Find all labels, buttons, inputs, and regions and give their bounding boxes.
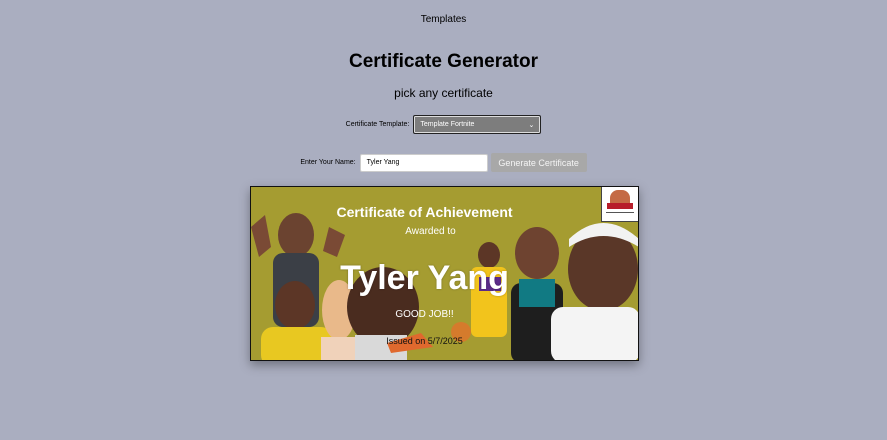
certificate-issued-date: Issued on 5/7/2025 <box>386 336 463 346</box>
certificate-recipient-name: Tyler Yang <box>340 259 509 297</box>
name-input[interactable]: Tyler Yang <box>359 153 488 172</box>
name-row: Enter Your Name: Tyler Yang Generate Cer… <box>0 153 887 172</box>
certificate-message: GOOD JOB!! <box>395 309 454 320</box>
template-select-value: Template Fortnite <box>420 121 475 128</box>
page-subtitle: pick any certificate <box>394 86 493 100</box>
chevron-down-icon: ⌄ <box>528 121 535 129</box>
certificate-preview: Certificate of Achievement Awarded to Ty… <box>250 186 639 361</box>
name-input-value: Tyler Yang <box>366 159 400 166</box>
templates-link[interactable]: Templates <box>0 14 887 25</box>
name-label: Enter Your Name: <box>300 159 356 166</box>
page-title: Certificate Generator <box>348 51 538 72</box>
template-select[interactable]: Template Fortnite ⌄ <box>413 115 542 134</box>
certificate-heading: Certificate of Achievement <box>336 204 513 220</box>
template-label: Certificate Template: <box>345 121 410 128</box>
template-row: Certificate Template: Template Fortnite … <box>0 115 887 134</box>
certificate-awarded-to: Awarded to <box>405 226 456 237</box>
generate-certificate-button[interactable]: Generate Certificate <box>490 153 587 172</box>
